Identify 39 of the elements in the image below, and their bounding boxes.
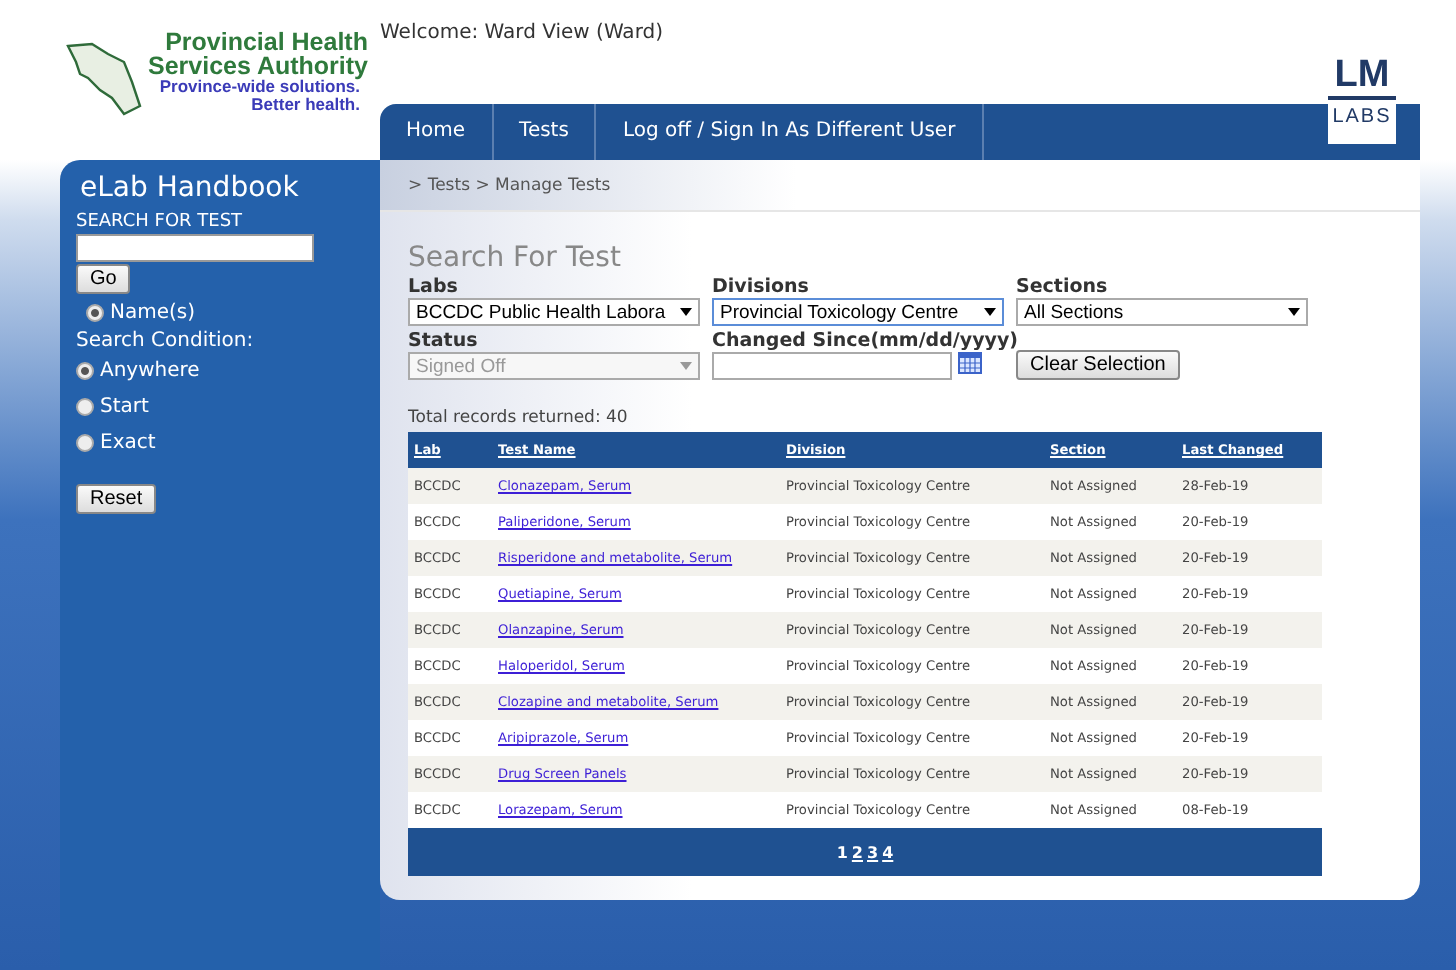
page-link[interactable]: 3 bbox=[867, 843, 879, 861]
welcome-text: Welcome: Ward View (Ward) bbox=[380, 22, 665, 44]
radio-label: Exact bbox=[100, 431, 156, 453]
filter-label: Labs bbox=[408, 276, 458, 298]
page-link[interactable]: 2 bbox=[851, 843, 863, 861]
organization-logo: Provincial Health Services Authority Province-wide solutions. Better health. bbox=[64, 30, 368, 126]
radio-button[interactable] bbox=[76, 433, 94, 451]
filter-label: Status bbox=[408, 330, 478, 352]
page-link[interactable]: 4 bbox=[882, 843, 894, 861]
select-field[interactable]: All Sections bbox=[1016, 298, 1308, 326]
radio-label: Anywhere bbox=[100, 359, 200, 381]
radio-button[interactable] bbox=[86, 303, 104, 321]
condition-label: Search Condition: bbox=[76, 330, 254, 352]
dropdown-arrow-icon bbox=[984, 308, 996, 316]
radio-label: Start bbox=[100, 395, 149, 417]
sidebar-title: eLab Handbook bbox=[80, 172, 299, 204]
calendar-icon[interactable] bbox=[958, 352, 982, 374]
dropdown-arrow-icon bbox=[680, 308, 692, 316]
record-count: Total records returned: 40 bbox=[408, 408, 630, 428]
date-field[interactable] bbox=[712, 352, 952, 380]
clear-selection-button[interactable]: Clear Selection bbox=[1016, 350, 1180, 380]
brand-logo: LM LABS bbox=[1328, 56, 1396, 144]
go-button[interactable]: Go bbox=[76, 264, 131, 294]
search-field[interactable] bbox=[76, 234, 314, 262]
filter-label: Sections bbox=[1016, 276, 1108, 298]
filter-label: Divisions bbox=[712, 276, 809, 298]
page-link[interactable]: 1 bbox=[836, 843, 848, 861]
breadcrumb: > Tests > Manage Tests bbox=[408, 175, 611, 195]
dropdown-arrow-icon bbox=[680, 362, 692, 370]
select-field[interactable]: BCCDC Public Health Labora bbox=[408, 298, 700, 326]
dropdown-arrow-icon bbox=[1288, 308, 1300, 316]
reset-button[interactable]: Reset bbox=[76, 484, 157, 514]
radio-label: Name(s) bbox=[110, 301, 196, 323]
page-title: Search For Test bbox=[408, 242, 623, 274]
radio-button[interactable] bbox=[76, 397, 94, 415]
select-field[interactable]: Provincial Toxicology Centre bbox=[712, 298, 1004, 326]
radio-button[interactable] bbox=[76, 361, 94, 379]
search-label: SEARCH FOR TEST bbox=[76, 212, 243, 232]
filter-label: Changed Since(mm/dd/yyyy) bbox=[712, 330, 1018, 352]
